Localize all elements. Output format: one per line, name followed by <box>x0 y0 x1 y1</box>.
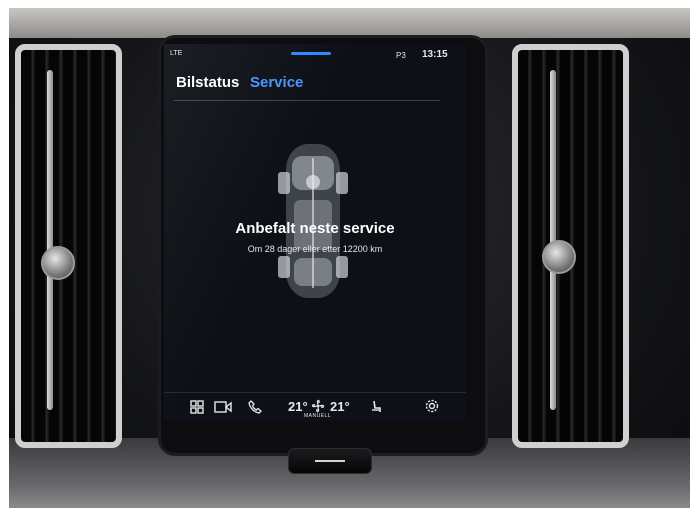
right-air-vent <box>512 44 629 448</box>
center-display: LTE P3 13:15 Bilstatus Service Anbefalt … <box>164 44 466 421</box>
phone-icon[interactable] <box>248 400 262 414</box>
left-air-vent <box>15 44 122 448</box>
left-temperature[interactable]: 21° <box>288 399 308 414</box>
tab-bilstatus[interactable]: Bilstatus <box>176 74 239 91</box>
seat-heat-icon[interactable] <box>370 400 382 414</box>
apps-grid-icon[interactable] <box>190 400 204 414</box>
top-view-handle[interactable] <box>291 52 331 55</box>
status-bar: LTE P3 13:15 <box>164 44 466 64</box>
tab-service[interactable]: Service <box>250 74 303 91</box>
service-detail: Om 28 dager eller etter 12200 km <box>247 244 383 254</box>
settings-gear-icon[interactable] <box>424 398 440 414</box>
fan-icon[interactable] <box>311 399 325 413</box>
home-button[interactable] <box>288 448 372 474</box>
p3-indicator: P3 <box>396 51 406 60</box>
camera-icon[interactable] <box>214 400 232 414</box>
lte-signal-icon: LTE <box>170 50 183 57</box>
fan-mode-label: MANUELL <box>304 413 332 419</box>
left-vent-knob <box>41 246 75 280</box>
right-vent-knob <box>542 240 576 274</box>
climate-bar: 21° MANUELL 21° <box>164 392 466 421</box>
left-vent-slat <box>47 70 53 410</box>
service-headline: Anbefalt neste service <box>235 220 395 237</box>
header-divider <box>174 100 440 101</box>
dashboard-top-trim <box>9 8 690 38</box>
status-clock: 13:15 <box>422 49 448 60</box>
right-temperature[interactable]: 21° <box>330 399 350 414</box>
